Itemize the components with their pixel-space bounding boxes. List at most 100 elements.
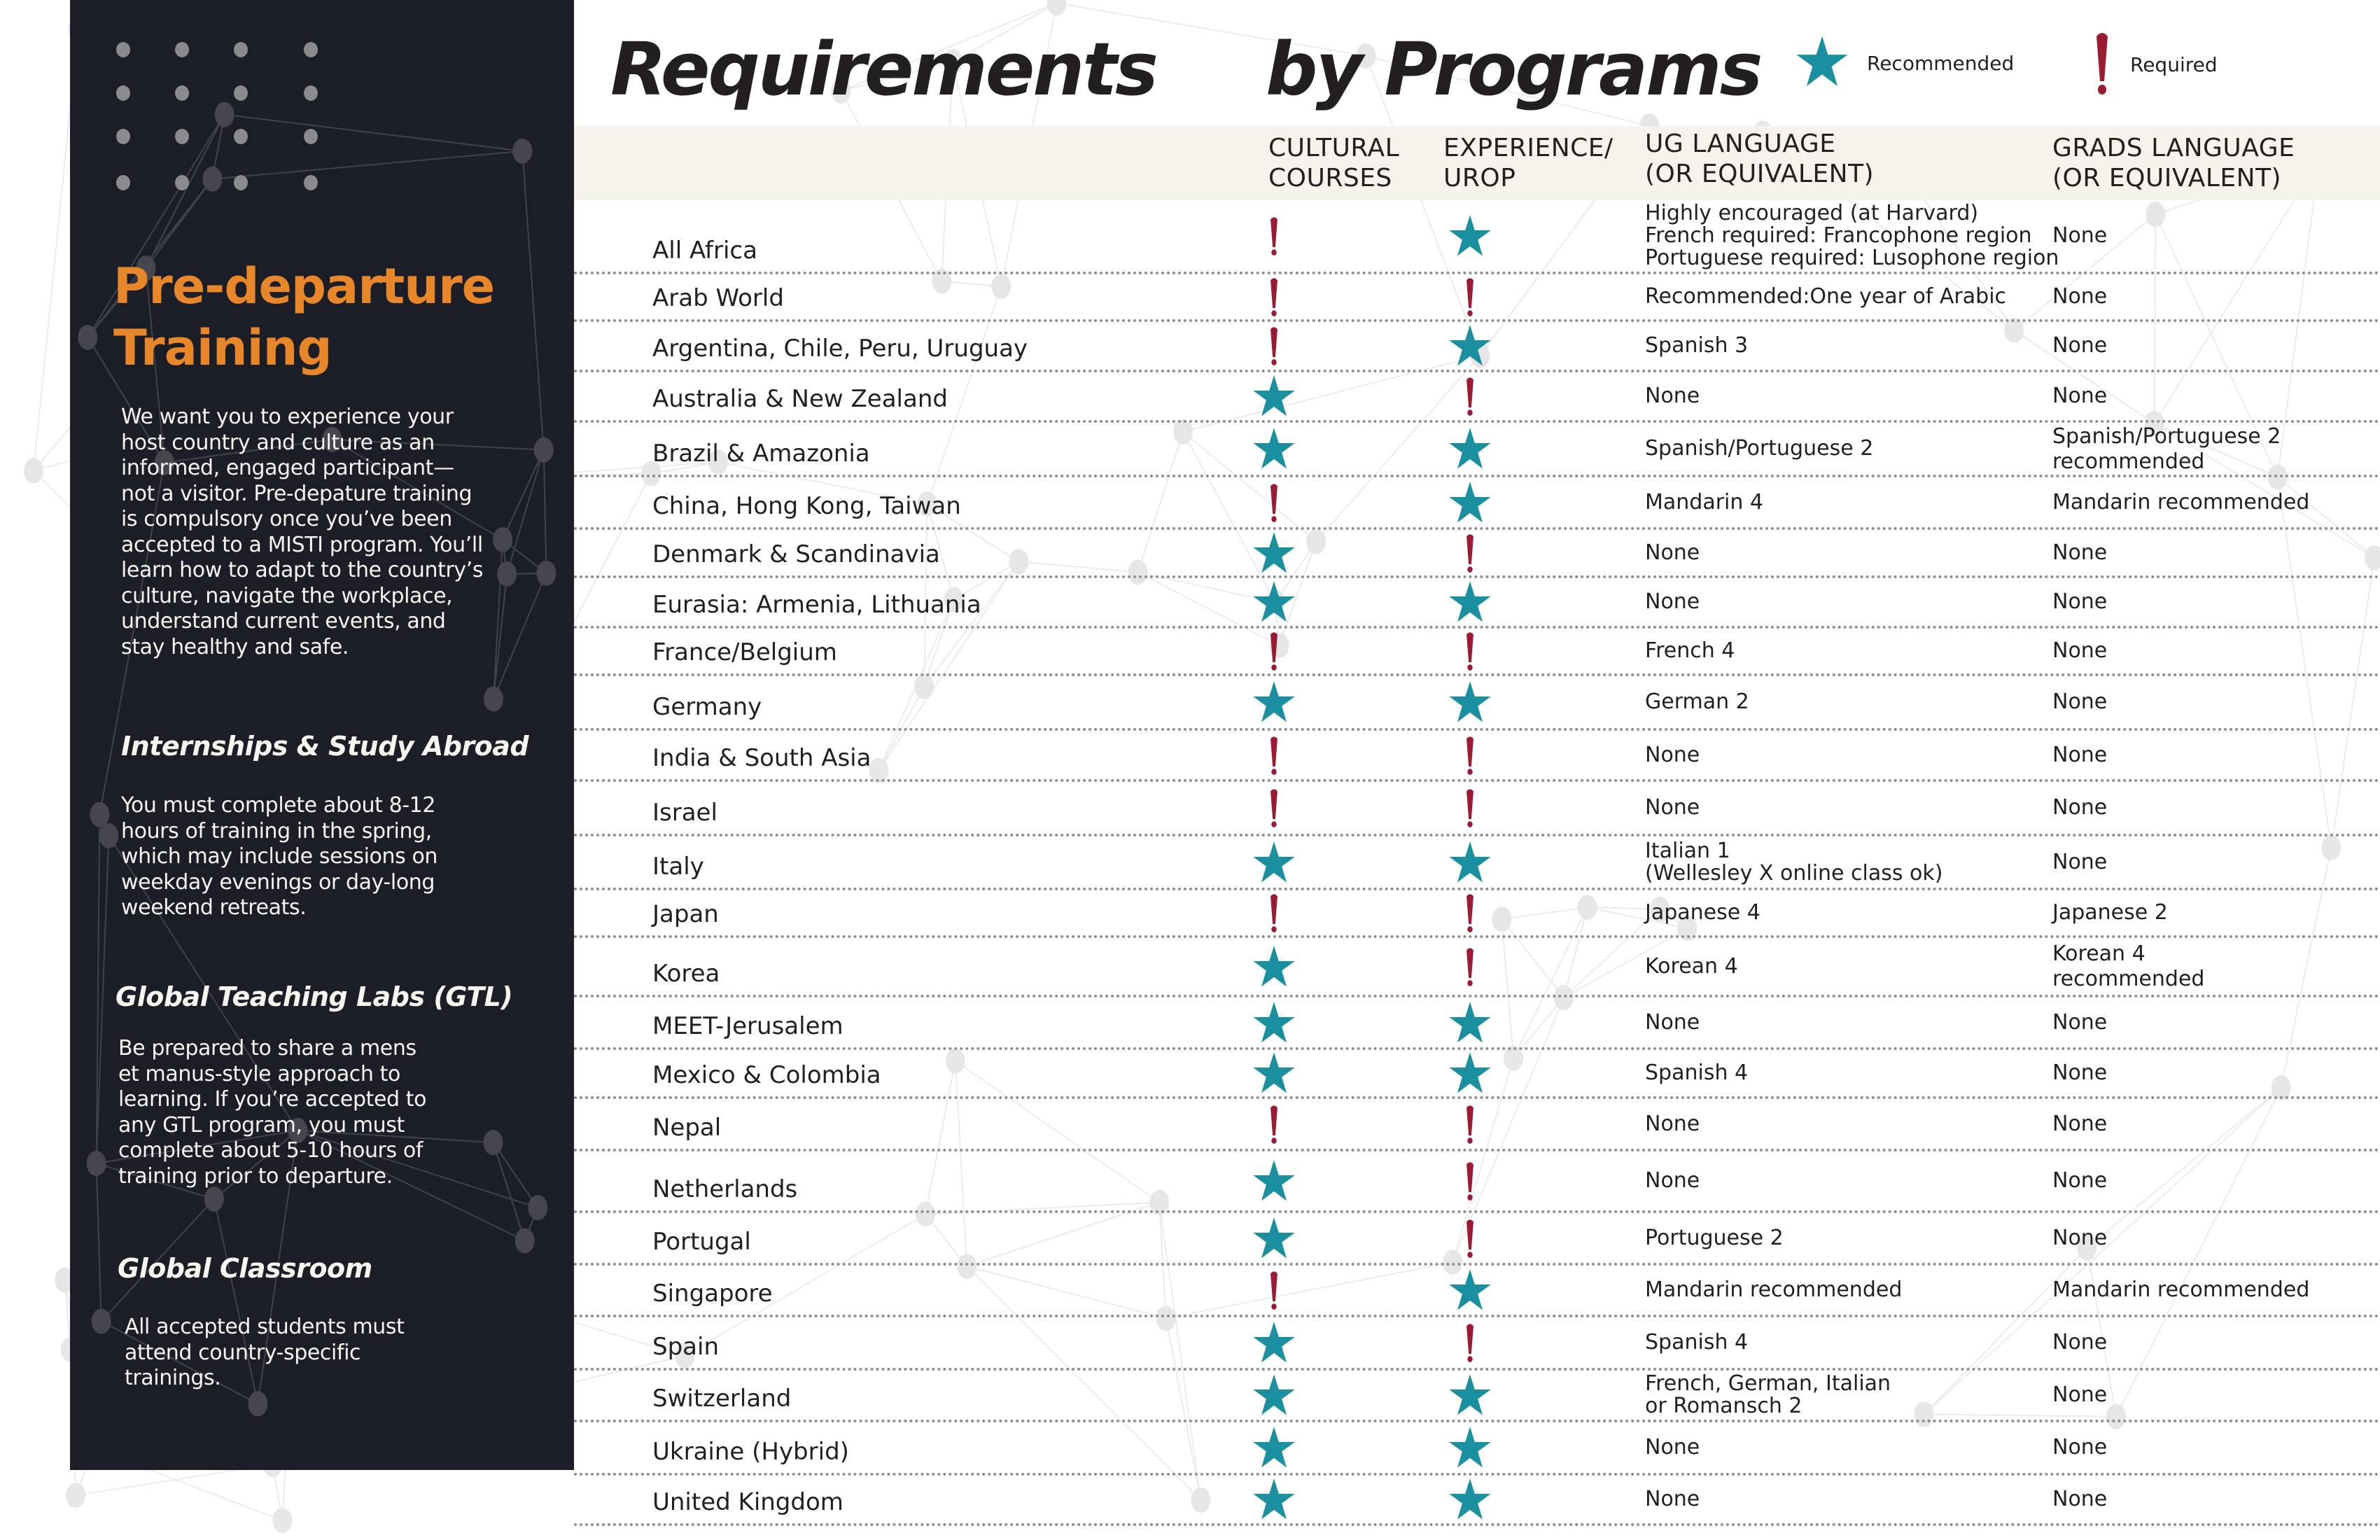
grad-language-requirement: None	[2052, 384, 2108, 408]
grad-language-requirement: None	[2052, 540, 2108, 565]
country-name: Italy	[652, 853, 704, 881]
star-icon	[1250, 1423, 1298, 1472]
table-row: Spain Spanish 4 None	[574, 1317, 2380, 1371]
decorative-dot	[234, 129, 248, 144]
star-icon	[1446, 1371, 1494, 1420]
section-heading-internships: Internships & Study Abroad	[121, 731, 529, 762]
section-body-internships: You must complete about 8-12 hours of tr…	[121, 793, 438, 920]
table-row: Netherlands None None	[574, 1152, 2380, 1213]
country-name: Eurasia: Armenia, Lithuania	[652, 591, 981, 619]
country-name: Nepal	[652, 1114, 722, 1142]
star-icon	[1250, 1318, 1298, 1367]
star-icon	[1446, 211, 1494, 260]
grad-language-requirement: None	[2052, 742, 2108, 767]
ug-language-requirement: None	[1645, 1168, 1700, 1193]
table-row: France/Belgium French 4 None	[574, 629, 2380, 676]
star-icon	[1446, 424, 1494, 473]
network-node	[272, 1508, 293, 1534]
exclamation-icon	[1250, 1266, 1298, 1315]
grad-language-requirement: Mandarin recommended	[2052, 489, 2310, 514]
table-row: Japan Japanese 4 Japanese 2	[574, 890, 2380, 938]
grad-language-requirement: None	[2052, 1009, 2108, 1035]
network-node	[248, 1391, 268, 1417]
decorative-dot	[116, 129, 130, 144]
exclamation-icon	[1446, 888, 1494, 937]
exclamation-icon	[1250, 478, 1298, 527]
exclamation-icon	[1446, 731, 1494, 780]
table-row: Italy Italian 1 (Wellesley X online class…	[574, 836, 2380, 890]
sidebar-panel: Pre-departure Training We want you to ex…	[70, 0, 574, 1470]
country-name: Arab World	[652, 284, 784, 312]
ug-language-requirement: Highly encouraged (at Harvard) French re…	[1645, 201, 2059, 270]
grad-language-requirement: None	[2052, 1111, 2108, 1136]
ug-language-requirement: Japanese 4	[1645, 900, 1760, 925]
star-icon	[1446, 478, 1494, 527]
country-name: United Kingdom	[652, 1488, 844, 1516]
table-row: Denmark & Scandinavia None None	[574, 530, 2380, 578]
ug-language-requirement: None	[1645, 742, 1700, 767]
table-row: United Kingdom None None	[574, 1476, 2380, 1526]
grad-language-requirement: None	[2052, 795, 2108, 820]
table-row: MEET-Jerusalem None None	[574, 997, 2380, 1050]
star-icon	[1250, 372, 1298, 421]
decorative-dot	[304, 42, 318, 57]
grad-language-requirement: Mandarin recommended	[2052, 1278, 2310, 1302]
grad-language-requirement: None	[2052, 638, 2108, 663]
table-row: Argentina, Chile, Peru, Uruguay Spanish 3…	[574, 322, 2380, 372]
network-node	[528, 1195, 548, 1221]
star-icon	[1250, 838, 1298, 887]
column-header-experience-urop: EXPERIENCE/ UROP	[1443, 134, 1614, 192]
grad-language-requirement: None	[2052, 284, 2108, 309]
page-title-part2: by Programs	[1266, 27, 1763, 112]
star-icon	[1250, 1371, 1298, 1420]
country-name: Argentina, Chile, Peru, Uruguay	[652, 335, 1028, 363]
ug-language-requirement: None	[1645, 795, 1700, 820]
exclamation-icon	[1446, 942, 1494, 991]
decorative-dot	[234, 85, 248, 101]
exclamation-icon	[1446, 1214, 1494, 1263]
column-header-cultural-courses: CULTURAL COURSES	[1268, 134, 1400, 192]
table-row: China, Hong Kong, Taiwan Mandarin 4 Mandar…	[574, 477, 2380, 530]
table-row: Switzerland French, German, Italian or Ro…	[574, 1371, 2380, 1422]
network-node	[91, 1308, 111, 1334]
ug-language-requirement: None	[1645, 589, 1700, 614]
network-node	[512, 138, 533, 164]
star-icon	[1250, 1156, 1298, 1205]
star-icon	[1250, 578, 1298, 626]
country-name: All Africa	[652, 237, 757, 265]
country-name: China, Hong Kong, Taiwan	[652, 492, 961, 520]
ug-language-requirement: Mandarin 4	[1645, 489, 1764, 514]
network-node	[99, 823, 119, 849]
country-name: Germany	[652, 693, 762, 721]
table-row: Mexico & Colombia Spanish 4 None	[574, 1050, 2380, 1099]
star-icon	[1250, 678, 1298, 727]
country-name: Singapore	[652, 1280, 773, 1308]
ug-language-requirement: Mandarin recommended	[1645, 1278, 1903, 1302]
decorative-dot	[175, 129, 189, 144]
network-node	[1046, 0, 1067, 16]
star-icon	[1446, 1423, 1494, 1472]
star-icon	[1250, 424, 1298, 473]
ug-language-requirement: French 4	[1645, 638, 1735, 663]
ug-language-requirement: None	[1645, 1487, 1700, 1511]
country-name: India & South Asia	[652, 744, 872, 772]
exclamation-icon	[1250, 272, 1298, 321]
star-icon	[1795, 35, 1849, 92]
table-row: Nepal None None	[574, 1099, 2380, 1152]
section-heading-gtl: Global Teaching Labs (GTL)	[115, 981, 513, 1012]
table-row: Singapore Mandarin recommended Mandarin re…	[574, 1266, 2380, 1317]
sidebar-intro-text: We want you to experience your host coun…	[121, 405, 484, 659]
star-icon	[1250, 1475, 1298, 1524]
country-name: Korea	[652, 960, 720, 988]
decorative-dot	[116, 85, 130, 101]
country-name: Brazil & Amazonia	[652, 440, 870, 468]
network-node	[66, 1483, 86, 1508]
star-icon	[1446, 1266, 1494, 1315]
ug-language-requirement: Recommended:One year of Arabic	[1645, 284, 2007, 309]
network-node	[514, 1228, 535, 1254]
section-body-global-classroom: All accepted students must attend countr…	[125, 1315, 405, 1390]
ug-language-requirement: German 2	[1645, 690, 1749, 714]
network-node	[204, 1186, 224, 1212]
ug-language-requirement: Korean 4	[1645, 953, 1738, 979]
star-icon	[1250, 942, 1298, 991]
